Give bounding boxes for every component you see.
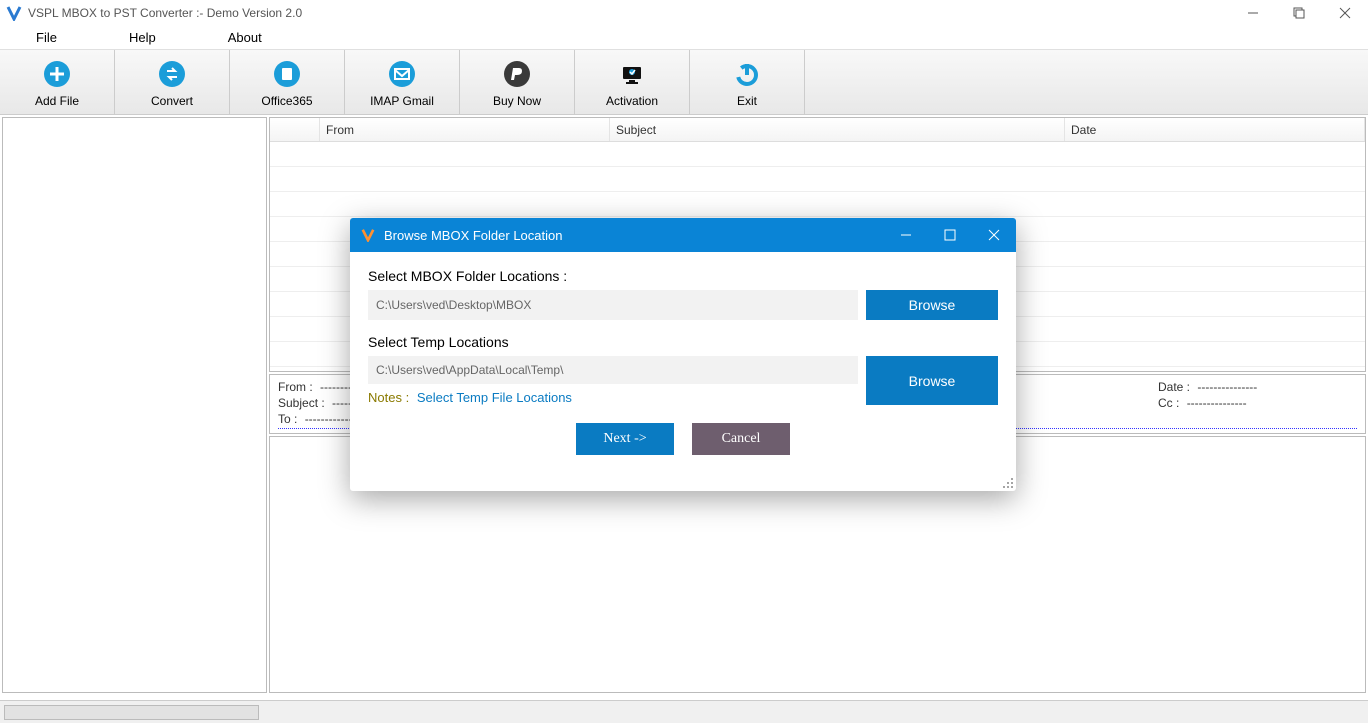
notes-label: Notes : [368, 390, 409, 405]
table-row [270, 167, 1365, 192]
resize-grip-icon[interactable] [1002, 477, 1014, 489]
tree-panel[interactable] [2, 117, 267, 693]
cancel-button[interactable]: Cancel [692, 423, 790, 455]
office365-label: Office365 [261, 94, 312, 108]
date-label: Date : [1158, 380, 1190, 394]
mail-icon [386, 58, 418, 90]
dialog-minimize-button[interactable] [884, 218, 928, 252]
dialog-maximize-button[interactable] [928, 218, 972, 252]
cc-value: --------------- [1187, 396, 1247, 410]
select-temp-label: Select Temp Locations [368, 334, 998, 350]
notes-link[interactable]: Select Temp File Locations [417, 390, 572, 405]
temp-path-input[interactable] [368, 356, 858, 384]
from-label: From : [278, 380, 313, 394]
maximize-button[interactable] [1276, 0, 1322, 25]
browse-temp-button[interactable]: Browse [866, 356, 998, 405]
add-file-label: Add File [35, 94, 79, 108]
app-title: VSPL MBOX to PST Converter :- Demo Versi… [28, 6, 302, 20]
activation-button[interactable]: Activation [575, 50, 690, 115]
menu-file[interactable]: File [36, 30, 57, 45]
office365-button[interactable]: Office365 [230, 50, 345, 115]
plus-icon [41, 58, 73, 90]
app-icon [6, 5, 22, 21]
menubar: File Help About [0, 25, 1368, 50]
buy-now-button[interactable]: Buy Now [460, 50, 575, 115]
convert-label: Convert [151, 94, 193, 108]
cc-label: Cc : [1158, 396, 1179, 410]
to-label: To : [278, 412, 297, 426]
convert-icon [156, 58, 188, 90]
menu-help[interactable]: Help [129, 30, 156, 45]
toolbar: Add File Convert Office365 IMAP Gmail Bu… [0, 50, 1368, 115]
table-row [270, 142, 1365, 167]
add-file-button[interactable]: Add File [0, 50, 115, 115]
exit-label: Exit [737, 94, 757, 108]
col-blank[interactable] [270, 118, 320, 141]
paypal-icon [501, 58, 533, 90]
activation-label: Activation [606, 94, 658, 108]
col-date[interactable]: Date [1065, 118, 1365, 141]
activation-icon [616, 58, 648, 90]
dialog-titlebar: Browse MBOX Folder Location [350, 218, 1016, 252]
mbox-path-input[interactable] [368, 290, 858, 320]
menu-about[interactable]: About [228, 30, 262, 45]
close-button[interactable] [1322, 0, 1368, 25]
dialog-app-icon [360, 227, 376, 243]
office365-icon [271, 58, 303, 90]
buy-now-label: Buy Now [493, 94, 541, 108]
dialog-footer: Next -> Cancel [368, 423, 998, 455]
col-subject[interactable]: Subject [610, 118, 1065, 141]
dialog-title: Browse MBOX Folder Location [384, 228, 562, 243]
dialog-close-button[interactable] [972, 218, 1016, 252]
dialog-window-buttons [884, 218, 1016, 252]
next-button[interactable]: Next -> [576, 423, 674, 455]
dialog-body: Select MBOX Folder Locations : Browse Se… [350, 252, 1016, 491]
date-value: --------------- [1197, 380, 1257, 394]
convert-button[interactable]: Convert [115, 50, 230, 115]
imap-gmail-label: IMAP Gmail [370, 94, 434, 108]
browse-mbox-button[interactable]: Browse [866, 290, 998, 320]
statusbar [0, 700, 1368, 723]
col-from[interactable]: From [320, 118, 610, 141]
table-row [270, 192, 1365, 217]
subject-label: Subject : [278, 396, 325, 410]
browse-mbox-dialog: Browse MBOX Folder Location Select MBOX … [350, 218, 1016, 491]
minimize-button[interactable] [1230, 0, 1276, 25]
titlebar: VSPL MBOX to PST Converter :- Demo Versi… [0, 0, 1368, 25]
exit-button[interactable]: Exit [690, 50, 805, 115]
window-buttons [1230, 0, 1368, 25]
grid-header: From Subject Date [270, 118, 1365, 142]
notes-text: Notes : Select Temp File Locations [368, 390, 858, 405]
power-icon [731, 58, 763, 90]
imap-gmail-button[interactable]: IMAP Gmail [345, 50, 460, 115]
select-mbox-label: Select MBOX Folder Locations : [368, 268, 998, 284]
progress-bar [4, 705, 259, 720]
